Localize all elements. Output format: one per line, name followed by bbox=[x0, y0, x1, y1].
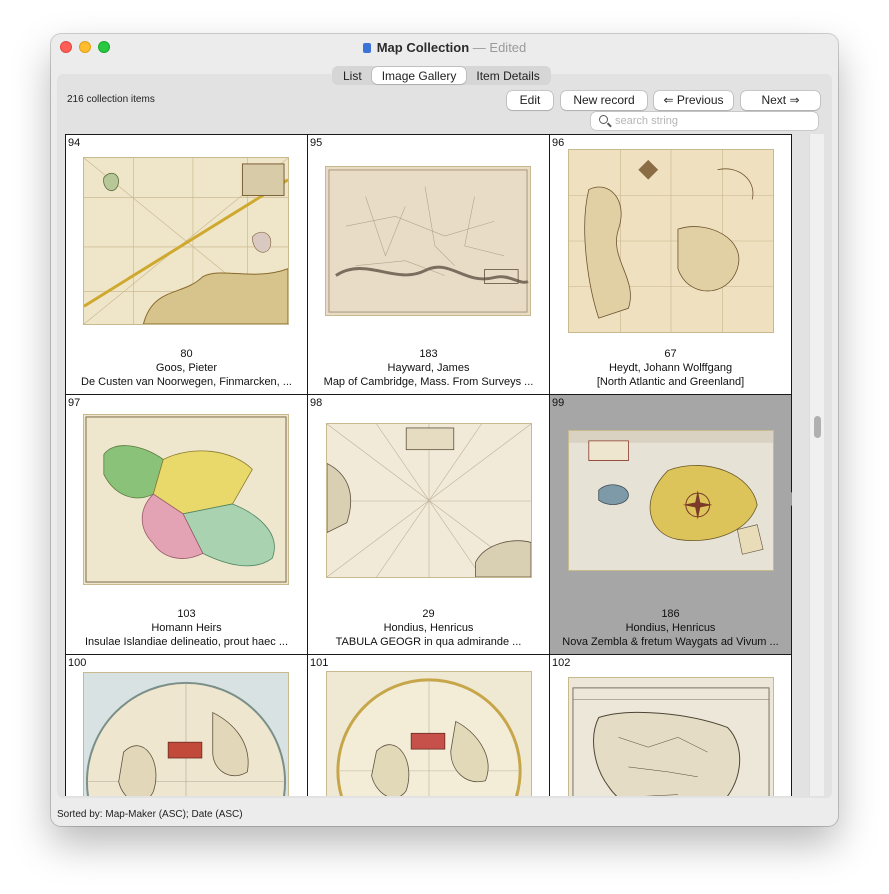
gallery-item[interactable]: 102 bbox=[549, 654, 792, 796]
window-title-name: Map Collection bbox=[376, 40, 470, 55]
gallery-item[interactable]: 97 103 Homann Heirs Insulae Islandiae de… bbox=[65, 394, 308, 655]
item-map-maker: Hayward, James bbox=[387, 362, 470, 374]
tab-item-details[interactable]: Item Details bbox=[466, 67, 549, 84]
edited-indicator: Edited bbox=[489, 40, 527, 55]
map-thumbnail bbox=[568, 677, 774, 796]
map-thumbnail bbox=[568, 149, 774, 333]
new-record-button[interactable]: New record bbox=[561, 91, 647, 110]
vertical-scrollbar[interactable] bbox=[809, 134, 824, 796]
image-gallery: 94 80 Goos, Pieter De Custen van Noorweg… bbox=[65, 134, 792, 796]
item-index: 100 bbox=[68, 657, 87, 669]
window-title-separator: — bbox=[472, 40, 486, 55]
document-icon bbox=[362, 43, 371, 53]
tab-image-gallery[interactable]: Image Gallery bbox=[371, 67, 467, 84]
item-map-maker: Hondius, Henricus bbox=[625, 622, 716, 634]
gallery-item[interactable]: 101 bbox=[307, 654, 550, 796]
item-title: De Custen van Noorwegen, Finmarcken, ... bbox=[81, 376, 292, 388]
item-number: 103 bbox=[177, 608, 196, 620]
item-map-maker: Heydt, Johann Wolffgang bbox=[608, 362, 733, 374]
app-window: Map Collection — Edited List Image Galle… bbox=[51, 34, 838, 826]
window-title: Map Collection — Edited bbox=[51, 40, 838, 55]
map-thumbnail bbox=[83, 672, 289, 796]
gallery-item[interactable]: 94 80 Goos, Pieter De Custen van Noorweg… bbox=[65, 134, 308, 395]
item-index: 96 bbox=[552, 137, 565, 149]
item-number: 80 bbox=[180, 348, 193, 360]
item-number: 183 bbox=[419, 348, 438, 360]
item-number: 67 bbox=[664, 348, 677, 360]
selection-arrow-icon bbox=[791, 492, 792, 506]
edit-button[interactable]: Edit bbox=[507, 91, 553, 110]
map-thumbnail bbox=[83, 414, 289, 585]
next-button[interactable]: Next ⇒ bbox=[741, 91, 820, 110]
item-index: 102 bbox=[552, 657, 571, 669]
status-bar: Sorted by: Map-Maker (ASC); Date (ASC) bbox=[57, 809, 243, 820]
gallery-item[interactable]: 95 183 Hayward, James Map of Cambridge, … bbox=[307, 134, 550, 395]
item-index: 98 bbox=[310, 397, 323, 409]
collection-count: 216 collection items bbox=[67, 94, 155, 105]
view-tabs: List Image Gallery Item Details bbox=[332, 66, 551, 85]
map-thumbnail bbox=[83, 157, 289, 325]
item-number: 186 bbox=[661, 608, 680, 620]
item-index: 94 bbox=[68, 137, 81, 149]
item-title: [North Atlantic and Greenland] bbox=[596, 376, 745, 388]
title-bar: Map Collection — Edited bbox=[51, 34, 838, 62]
search-icon bbox=[599, 115, 608, 124]
item-number: 29 bbox=[422, 608, 435, 620]
item-map-maker: Goos, Pieter bbox=[155, 362, 218, 374]
tab-list[interactable]: List bbox=[333, 67, 372, 84]
map-thumbnail bbox=[568, 430, 774, 571]
map-thumbnail bbox=[326, 671, 532, 796]
map-thumbnail bbox=[326, 423, 532, 578]
item-index: 95 bbox=[310, 137, 323, 149]
map-thumbnail bbox=[325, 166, 531, 316]
search-field bbox=[591, 112, 818, 130]
previous-button[interactable]: ⇐ Previous bbox=[654, 91, 733, 110]
item-title: Insulae Islandiae delineatio, prout haec… bbox=[84, 636, 289, 648]
gallery-item[interactable]: 99 186 Hondius, Henricus Nova Zembla & f… bbox=[549, 394, 792, 655]
gallery-item[interactable]: 100 bbox=[65, 654, 308, 796]
gallery-item[interactable]: 96 67 Heydt, Johann Wolffgang [North Atl… bbox=[549, 134, 792, 395]
item-title: Map of Cambridge, Mass. From Surveys ... bbox=[323, 376, 534, 388]
item-map-maker: Hondius, Henricus bbox=[383, 622, 474, 634]
item-index: 97 bbox=[68, 397, 81, 409]
item-index: 99 bbox=[552, 397, 565, 409]
item-index: 101 bbox=[310, 657, 329, 669]
item-title: TABULA GEOGR in qua admirande ... bbox=[335, 636, 522, 648]
item-map-maker: Homann Heirs bbox=[151, 622, 222, 634]
search-input[interactable] bbox=[615, 113, 810, 128]
gallery-item[interactable]: 98 29 Hondius, Henricus TABULA GEOGR in … bbox=[307, 394, 550, 655]
item-title: Nova Zembla & fretum Waygats ad Vivum ..… bbox=[562, 636, 779, 648]
scroll-thumb[interactable] bbox=[814, 416, 821, 438]
